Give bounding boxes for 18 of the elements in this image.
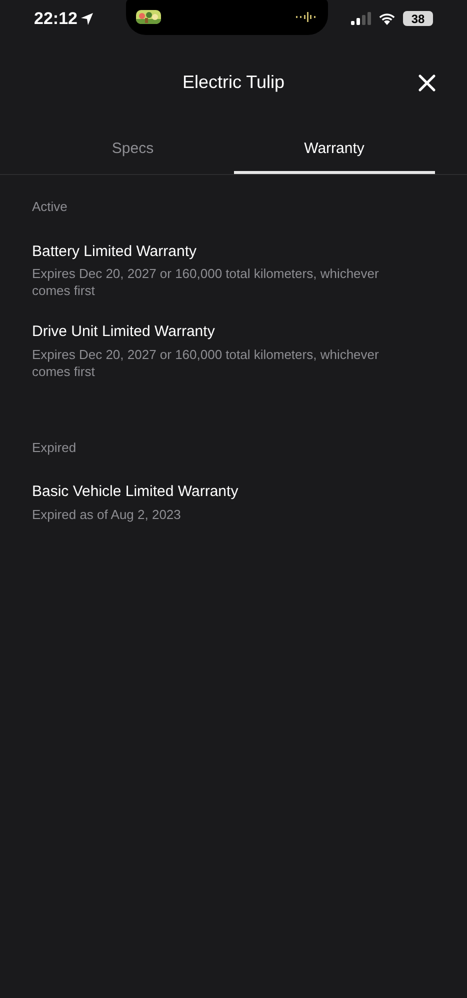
warranty-title: Battery Limited Warranty bbox=[32, 242, 198, 262]
warranty-detail: Expires Dec 20, 2027 or 160,000 total kilometers, whichever comes first bbox=[32, 265, 380, 299]
tab[interactable]: Warranty bbox=[234, 127, 435, 174]
battery-indicator: 38 bbox=[403, 11, 433, 26]
location-arrow-icon bbox=[80, 12, 94, 26]
status-time: 22:12 bbox=[34, 8, 78, 30]
section-heading: Expired bbox=[32, 438, 78, 457]
waveform-icon bbox=[296, 12, 318, 22]
wifi-icon bbox=[378, 12, 396, 25]
signal-icon bbox=[351, 12, 371, 25]
warranty-detail: Expired as of Aug 2, 2023 bbox=[32, 506, 182, 522]
warranty-title: Drive Unit Limited Warranty bbox=[32, 322, 216, 342]
warranty-title: Basic Vehicle Limited Warranty bbox=[32, 482, 240, 502]
sheet-title: Electric Tulip bbox=[182, 70, 285, 94]
section-heading: Active bbox=[32, 198, 68, 216]
tab[interactable]: Specs bbox=[32, 127, 234, 174]
close-icon bbox=[418, 74, 436, 92]
warranty-detail: Expires Dec 20, 2027 or 160,000 total kilometers, whichever comes first bbox=[32, 346, 380, 380]
